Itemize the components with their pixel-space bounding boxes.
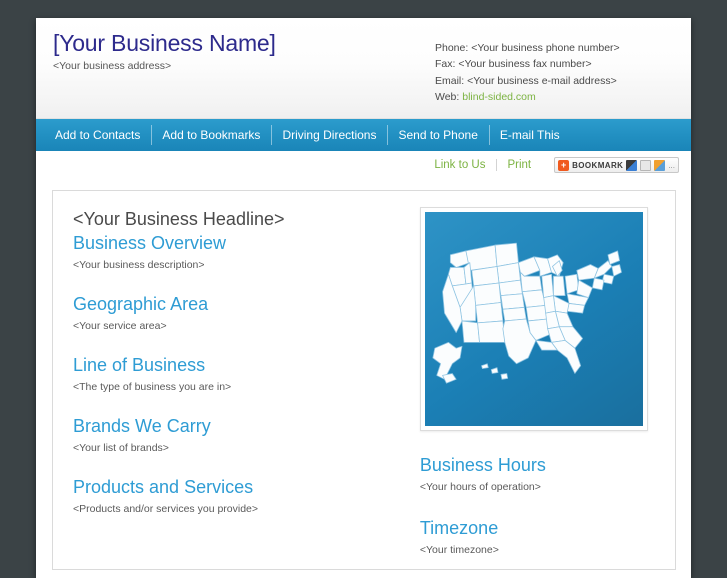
nav-item-add-to-bookmarks[interactable]: Add to Bookmarks xyxy=(151,119,271,151)
share-generic-icon[interactable] xyxy=(640,159,652,171)
plus-icon: + xyxy=(558,159,570,171)
section-line-of-business: Line of Business <The type of business y… xyxy=(73,353,406,394)
section-business-hours: Business Hours <Your hours of operation> xyxy=(420,453,661,494)
map-canvas xyxy=(424,212,643,426)
nav-item-send-to-phone[interactable]: Send to Phone xyxy=(387,119,488,151)
section-title: Business Hours xyxy=(419,455,546,475)
link-to-us-link[interactable]: Link to Us xyxy=(423,157,496,173)
contact-email: Email: <Your business e-mail address> xyxy=(435,74,617,87)
section-body: <Products and/or services you provide> xyxy=(73,503,259,515)
business-address: <Your business address> xyxy=(53,60,172,72)
content-left-column: <Your Business Headline> Business Overvi… xyxy=(53,207,420,569)
share-social-icon[interactable] xyxy=(654,159,666,171)
utility-toolbar: Link to Us Print + BOOKMARK ... xyxy=(36,151,691,183)
business-name: [Your Business Name] xyxy=(53,30,276,56)
contact-fax: Fax: <Your business fax number> xyxy=(435,58,592,71)
section-body: <Your business description> xyxy=(73,259,205,271)
service-area-map xyxy=(419,207,648,431)
section-business-overview: Business Overview <Your business descrip… xyxy=(73,231,406,272)
site-header: [Your Business Name] <Your business addr… xyxy=(36,18,691,119)
bookmark-widget-label: BOOKMARK xyxy=(572,160,624,170)
section-title: Business Overview xyxy=(73,233,227,253)
section-title: Geographic Area xyxy=(73,294,209,314)
united-states-map-icon xyxy=(432,242,622,384)
print-link[interactable]: Print xyxy=(496,157,542,173)
utility-toolbar-right: Link to Us Print + BOOKMARK ... xyxy=(423,157,679,173)
section-geographic-area: Geographic Area <Your service area> xyxy=(73,292,406,333)
share-windows-icon[interactable] xyxy=(626,159,638,171)
nav-item-driving-directions[interactable]: Driving Directions xyxy=(271,119,387,151)
content-panel: <Your Business Headline> Business Overvi… xyxy=(52,190,676,570)
section-body: <Your hours of operation> xyxy=(419,481,541,493)
page-headline: <Your Business Headline> xyxy=(73,209,285,229)
contact-web-label: Web: xyxy=(435,91,463,104)
section-body: <Your list of brands> xyxy=(73,442,169,454)
section-title: Brands We Carry xyxy=(73,416,211,436)
contact-info-block: Phone: <Your business phone number> Fax:… xyxy=(435,40,620,106)
section-title: Timezone xyxy=(419,518,499,538)
page-card: [Your Business Name] <Your business addr… xyxy=(36,18,691,578)
section-body: <Your timezone> xyxy=(419,544,499,556)
section-brands-we-carry: Brands We Carry <Your list of brands> xyxy=(73,414,406,455)
section-body: <Your service area> xyxy=(73,320,167,332)
primary-navigation: Add to Contacts Add to Bookmarks Driving… xyxy=(36,119,691,151)
section-products-and-services: Products and Services <Products and/or s… xyxy=(73,475,406,516)
contact-web: Web: blind-sided.com xyxy=(435,89,620,105)
section-title: Line of Business xyxy=(73,355,206,375)
section-timezone: Timezone <Your timezone> xyxy=(420,516,661,557)
share-more-icon[interactable]: ... xyxy=(668,160,675,171)
contact-phone: Phone: <Your business phone number> xyxy=(435,42,620,54)
website-link[interactable]: blind-sided.com xyxy=(462,91,536,103)
nav-item-email-this[interactable]: E-mail This xyxy=(488,119,571,151)
brand-block: [Your Business Name] <Your business addr… xyxy=(53,29,276,73)
content-right-column: Business Hours <Your hours of operation>… xyxy=(419,207,675,569)
section-title: Products and Services xyxy=(73,477,254,497)
bookmark-share-widget[interactable]: + BOOKMARK ... xyxy=(554,157,679,173)
nav-item-add-to-contacts[interactable]: Add to Contacts xyxy=(44,119,151,151)
section-body: <The type of business you are in> xyxy=(73,381,232,393)
